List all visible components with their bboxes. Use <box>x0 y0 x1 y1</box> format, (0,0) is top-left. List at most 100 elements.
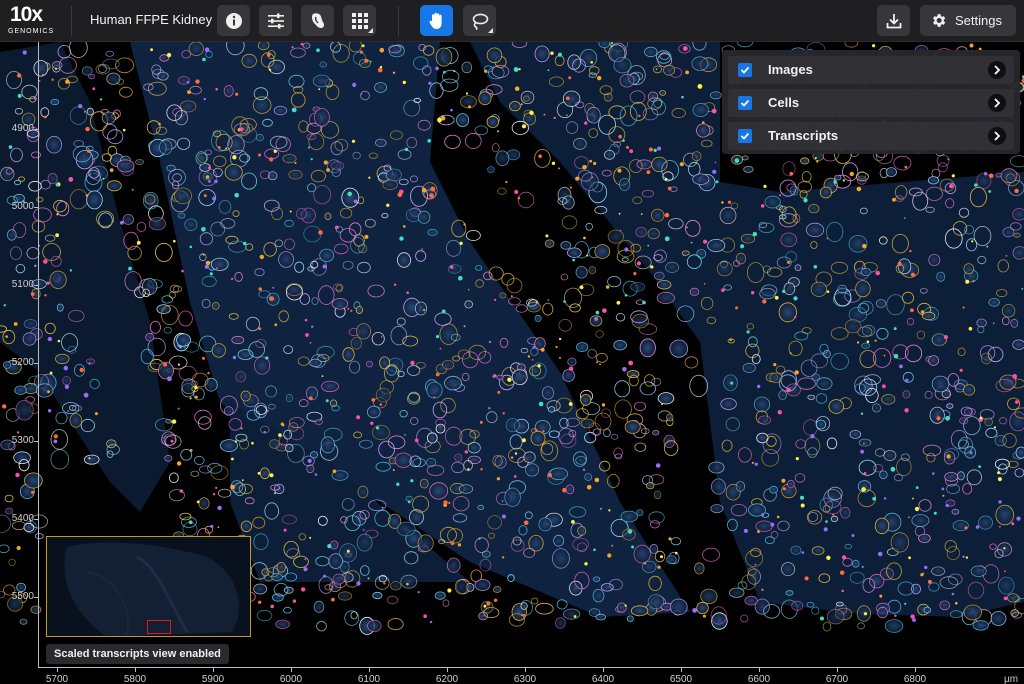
transcript-dot <box>628 360 634 366</box>
transcript-dot <box>825 520 828 523</box>
layer-row-transcripts[interactable]: Transcripts <box>728 122 1014 150</box>
transcript-dot <box>992 322 995 325</box>
transcript-dot <box>875 270 880 276</box>
cell-outline <box>562 90 581 107</box>
cell-outline <box>542 302 554 316</box>
layer-row-images[interactable]: Images <box>728 56 1014 84</box>
transcript-dot <box>433 396 436 399</box>
transcript-dot <box>464 450 468 454</box>
minimap-viewport[interactable] <box>147 620 171 634</box>
chevron-right-icon[interactable] <box>988 94 1006 112</box>
transcript-dot <box>47 390 50 394</box>
cells-checkbox[interactable] <box>738 96 752 110</box>
cell-outline <box>255 133 264 142</box>
cell-outline <box>444 134 461 149</box>
cell-outline <box>285 283 303 297</box>
cell-outline <box>164 454 173 462</box>
transcript-dot <box>997 477 1002 482</box>
cell-outline <box>778 390 787 400</box>
cell-outline <box>342 347 355 362</box>
cell-outline <box>856 605 872 622</box>
transcript-dot <box>682 46 688 51</box>
transcript-dot <box>463 325 466 328</box>
transcript-dot <box>582 468 586 471</box>
transcript-dot <box>458 275 463 281</box>
transcript-dot <box>920 573 924 577</box>
cell-outline <box>573 137 587 150</box>
tissue-button[interactable] <box>301 5 334 36</box>
tissue-viewer[interactable]: 4900 5000 5100 5200 5300 5400 5500 5700 5800 590… <box>0 42 1024 684</box>
cell-outline <box>800 157 810 165</box>
x-tick-mark <box>759 668 760 672</box>
transcript-dot <box>514 86 520 91</box>
cell-outline <box>613 340 627 351</box>
transcript-dot <box>962 555 965 558</box>
cell-outline <box>223 85 234 97</box>
download-button[interactable] <box>877 5 910 36</box>
transcript-dot <box>217 505 222 511</box>
info-button[interactable] <box>217 5 250 36</box>
cell-outline <box>579 48 598 68</box>
cell-outline <box>372 591 383 600</box>
cell-outline <box>643 374 656 387</box>
transcript-dot <box>703 283 706 285</box>
transcript-dot <box>265 356 269 360</box>
chevron-right-icon[interactable] <box>988 127 1006 145</box>
transcript-dot <box>346 549 350 553</box>
cell-outline <box>0 544 10 554</box>
transcripts-checkbox[interactable] <box>738 129 752 143</box>
transcript-dot <box>421 248 423 250</box>
transcript-dot <box>332 469 337 474</box>
cell-outline <box>509 100 521 112</box>
cell-outline <box>522 95 530 102</box>
chevron-right-icon[interactable] <box>988 61 1006 79</box>
transcript-dot <box>212 196 217 201</box>
pan-tool-button[interactable] <box>420 5 453 36</box>
cell-outline <box>49 270 67 289</box>
settings-button[interactable]: Settings <box>920 5 1016 36</box>
cell-outline <box>157 71 169 81</box>
transcript-dot <box>521 124 527 129</box>
transcript-dot <box>562 487 567 493</box>
cell-outline <box>928 355 939 366</box>
transcript-dot <box>92 87 96 91</box>
transcript-dot <box>640 213 643 215</box>
cell-outline <box>691 151 702 162</box>
cell-outline <box>477 504 485 510</box>
transcript-dot <box>794 316 797 319</box>
cell-outline <box>515 304 528 313</box>
transcript-dot <box>904 408 909 413</box>
layer-row-cells[interactable]: Cells <box>728 89 1014 117</box>
cell-outline <box>535 602 554 615</box>
transcript-dot <box>761 513 764 517</box>
cell-outline <box>526 301 542 313</box>
cell-outline <box>87 73 96 80</box>
cell-outline <box>651 156 668 173</box>
transcript-dot <box>584 121 588 125</box>
x-tick-mark <box>291 668 292 672</box>
cell-outline <box>689 374 708 397</box>
cell-outline <box>708 461 725 474</box>
x-tick-label: 6200 <box>435 674 459 684</box>
transcript-dot <box>529 110 534 116</box>
scaled-transcripts-status: Scaled transcripts view enabled <box>46 644 229 664</box>
transcript-dot <box>927 579 932 584</box>
transcript-dot <box>955 602 958 605</box>
10x-genomics-logo: 10x GENOMICS <box>8 3 56 39</box>
lasso-tool-button[interactable] <box>463 5 496 36</box>
transcript-dot <box>908 516 910 518</box>
transcript-dot <box>591 176 594 179</box>
transcript-dot <box>318 88 321 91</box>
images-checkbox[interactable] <box>738 63 752 77</box>
transcript-dot <box>99 98 103 101</box>
grid-button[interactable] <box>343 5 376 36</box>
transcript-dot <box>364 58 369 63</box>
adjustments-button[interactable] <box>259 5 292 36</box>
cell-outline <box>310 451 318 459</box>
check-icon <box>740 99 750 107</box>
minimap[interactable] <box>46 536 251 637</box>
transcript-dot <box>501 514 506 519</box>
transcript-dot <box>642 300 646 305</box>
transcript-dot <box>584 562 588 566</box>
cell-outline <box>613 57 632 74</box>
